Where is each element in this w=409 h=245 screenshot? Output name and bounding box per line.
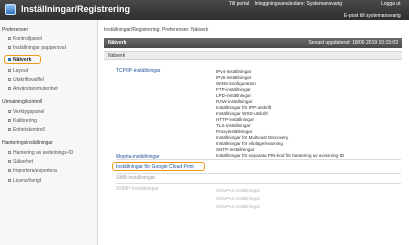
snmpv3-link-2[interactable]: SNMPv3-inställningar bbox=[216, 204, 260, 209]
logout-link[interactable]: Logga ut bbox=[381, 1, 400, 7]
sidebar-item-print-error[interactable]: Utskriftsvallfel bbox=[8, 77, 44, 83]
bullet-icon bbox=[8, 46, 11, 50]
sidebar-item-device-control[interactable]: Enhetskontroll bbox=[8, 127, 45, 133]
to-portal-link[interactable]: Till portal bbox=[229, 1, 249, 7]
last-updated: Senast uppdaterat: 18/06 2019 10:15:03 bbox=[308, 40, 398, 46]
ipv4-link[interactable]: IPv4-inställningar bbox=[216, 69, 251, 74]
bullet-icon bbox=[8, 179, 11, 183]
sidebar-item-user-unit[interactable]: Användarsmutenhet bbox=[8, 86, 58, 92]
bullet-icon bbox=[8, 160, 11, 164]
divider bbox=[116, 183, 401, 184]
tcpip-settings-link[interactable]: TCP/IP-inställningar bbox=[116, 68, 160, 74]
multicast-link[interactable]: Inställningar för Multicast Discovery bbox=[216, 135, 288, 140]
ftp-link[interactable]: FTP-inställningar bbox=[216, 87, 251, 92]
bullet-icon bbox=[8, 110, 11, 114]
sidebar-group-management[interactable]: Hanteringsinställningar bbox=[2, 140, 53, 146]
sidebar-item-import-export[interactable]: Importera/exportera bbox=[8, 168, 57, 174]
sidebar: Preferenser Kontrollpanel Inställningar … bbox=[0, 20, 98, 245]
bullet-icon bbox=[8, 151, 11, 155]
network-highlight bbox=[4, 55, 41, 64]
bullet-icon bbox=[8, 119, 11, 123]
settings-app-icon bbox=[5, 4, 16, 15]
sidebar-group-output[interactable]: Utmatning/kontroll bbox=[2, 99, 42, 105]
sidebar-item-calibration[interactable]: Kalibrering bbox=[8, 118, 37, 124]
ipp-link[interactable]: Inställningar för IPP-utskrift bbox=[216, 105, 271, 110]
top-bar: Inställningar/Registrering Till portal I… bbox=[0, 0, 409, 20]
google-cloud-highlight bbox=[112, 162, 205, 171]
sidebar-item-paper-settings[interactable]: Inställningar pappersval bbox=[8, 45, 66, 51]
bullet-icon bbox=[8, 169, 11, 173]
section-title: Nätverk bbox=[108, 53, 126, 59]
login-user-label: Inloggningsanvändare: Systemansvarig bbox=[254, 1, 343, 7]
sidebar-item-license[interactable]: Licens/övrigt bbox=[8, 178, 41, 184]
bullet-icon bbox=[8, 37, 11, 41]
bullet-icon bbox=[8, 69, 11, 73]
sidebar-item-layout[interactable]: Layout bbox=[8, 68, 28, 74]
sidebar-item-department-id[interactable]: Hantering av avdelnings-ID bbox=[8, 150, 73, 156]
mopria-link[interactable]: Mopria-inställningar bbox=[116, 154, 160, 160]
mail-admin-link[interactable]: E-post till systemansvarig bbox=[344, 13, 401, 19]
smb-link[interactable]: SMB-inställningar bbox=[116, 175, 155, 181]
sidebar-item-control-panel[interactable]: Kontrollpanel bbox=[8, 36, 42, 42]
proxy-link[interactable]: Proxyinställningar bbox=[216, 129, 252, 134]
sntp-link[interactable]: SNTP-inställningar bbox=[216, 147, 254, 152]
snmp-link[interactable]: SNMP-inställningar bbox=[116, 186, 159, 192]
lpd-link[interactable]: LPD-inställningar bbox=[216, 93, 251, 98]
bullet-icon bbox=[8, 87, 11, 91]
raw-link[interactable]: RAW-inställningar bbox=[216, 99, 253, 104]
sidebar-item-security[interactable]: Säkerhet bbox=[8, 159, 33, 165]
snmpv3-link[interactable]: SNMPv3-inställningar bbox=[216, 196, 260, 201]
tls-link[interactable]: TLS-inställningar bbox=[216, 123, 250, 128]
main-content: Inställningar/Registrering: Preferenser:… bbox=[99, 20, 409, 245]
divider bbox=[116, 173, 401, 174]
panel-header: Nätverk Senast uppdaterat: 18/06 2019 10… bbox=[104, 38, 402, 48]
sidebar-item-tool-panel[interactable]: Verktygspanel bbox=[8, 109, 44, 115]
bullet-icon bbox=[8, 128, 11, 132]
sleep-link[interactable]: Inställningar för viloläge/svarning bbox=[216, 141, 283, 146]
wins-link[interactable]: WINS-konfiguration bbox=[216, 81, 256, 86]
wsd-link[interactable]: Inställningar WSD-utskrift bbox=[216, 111, 268, 116]
section-header: Nätverk bbox=[104, 51, 402, 60]
pin-link[interactable]: Inställningar för separata PIN-kod för h… bbox=[216, 153, 344, 158]
breadcrumb: Inställningar/Registrering: Preferenser:… bbox=[104, 27, 209, 33]
app-title: Inställningar/Registrering bbox=[21, 4, 131, 14]
http-link[interactable]: HTTP-inställningar bbox=[216, 117, 254, 122]
snmpv1-link[interactable]: SNMPv1-inställningar bbox=[216, 188, 260, 193]
panel-title: Nätverk bbox=[108, 40, 127, 46]
ipv6-link[interactable]: IPv6-inställningar bbox=[216, 75, 251, 80]
bullet-icon bbox=[8, 78, 11, 82]
sidebar-group-preferences[interactable]: Preferenser bbox=[2, 27, 28, 33]
top-links: Till portal Inloggningsanvändare: System… bbox=[229, 1, 346, 7]
